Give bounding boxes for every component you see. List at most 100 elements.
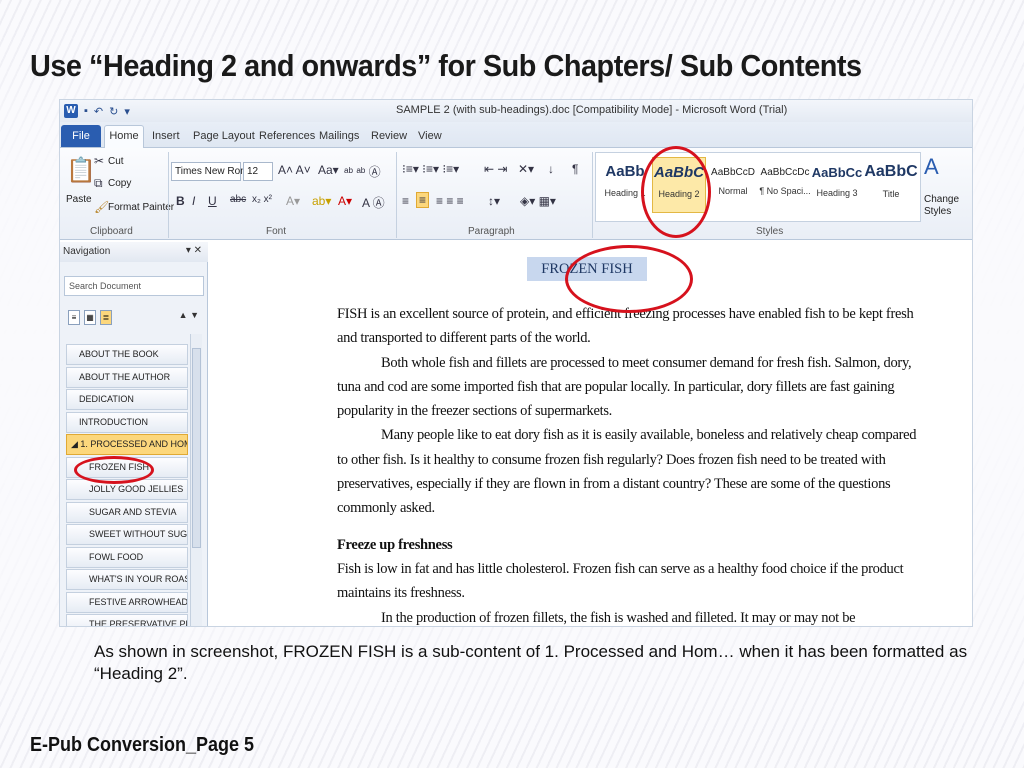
style-name: ¶ No Spaci... — [759, 186, 811, 196]
style-no-spacing[interactable]: AaBbCcDc ¶ No Spaci... — [758, 157, 812, 213]
grow-font-icon[interactable]: A˄ A˅ — [278, 163, 311, 177]
scroll-thumb[interactable] — [192, 348, 201, 548]
navigation-view-tabs: ≡ ▦ ≣ — [68, 310, 112, 325]
style-heading-3[interactable]: AaBbCc Heading 3 — [810, 157, 864, 213]
style-name: Title — [882, 189, 900, 199]
paragraph: Both whole fish and fillets are processe… — [337, 354, 912, 420]
save-icon[interactable]: ▪ — [84, 105, 88, 117]
group-divider — [592, 152, 593, 238]
nav-item[interactable]: THE PRESERVATIVE PR... — [66, 614, 188, 626]
underline-icon[interactable]: U — [208, 194, 217, 208]
bold-icon[interactable]: B — [176, 194, 185, 208]
style-name: Normal — [718, 186, 748, 196]
strikethrough-icon[interactable]: abc — [230, 194, 246, 205]
align-left-icon[interactable]: ≡ — [402, 194, 409, 208]
pages-view-icon[interactable]: ▦ — [84, 310, 96, 325]
nav-arrows-icon[interactable]: ▲ ▼ — [179, 310, 199, 320]
change-case-icon[interactable]: Aa▾ — [318, 163, 339, 177]
italic-icon[interactable]: I — [192, 194, 195, 208]
tab-file[interactable]: File — [61, 125, 101, 147]
quick-access-toolbar: W ▪ ↶ ↻ ▾ — [64, 104, 130, 118]
style-name: Heading 3 — [816, 188, 858, 198]
nav-item[interactable]: ABOUT THE BOOK — [66, 344, 188, 365]
slide-title: Use “Heading 2 and onwards” for Sub Chap… — [30, 48, 862, 83]
indent-icon[interactable]: ⇤ ⇥ — [484, 162, 507, 176]
format-painter-button[interactable]: Format Painter — [108, 202, 174, 213]
sort-icon[interactable]: ✕▾ — [518, 162, 534, 176]
style-title[interactable]: AaBbC Title — [864, 157, 918, 213]
tab-review[interactable]: Review — [371, 130, 407, 142]
nav-item[interactable]: FESTIVE ARROWHEAD — [66, 591, 188, 613]
char-shading-icon[interactable]: A Ⓐ — [362, 194, 385, 211]
word-screenshot: W ▪ ↶ ↻ ▾ SAMPLE 2 (with sub-headings).d… — [59, 99, 973, 627]
paragraph: Fish is low in fat and has little choles… — [337, 560, 904, 602]
font-size-select[interactable]: 12 — [243, 162, 273, 181]
nav-item[interactable]: INTRODUCTION — [66, 411, 188, 433]
redo-icon[interactable]: ↻ — [109, 105, 118, 118]
sort-az-icon[interactable]: ↓ — [548, 162, 554, 176]
nav-item[interactable]: DEDICATION — [66, 389, 188, 410]
word-logo-icon: W — [64, 104, 78, 118]
align-center-icon[interactable]: ≡ — [416, 192, 430, 208]
headings-view-icon[interactable]: ≡ — [68, 310, 80, 325]
font-color-icon[interactable]: A▾ — [338, 194, 352, 208]
cut-button[interactable]: Cut — [108, 156, 124, 167]
heading-3-text: Freeze up freshness — [337, 536, 453, 553]
clear-format-icon[interactable]: ᵃᵇ ᵃᵇ Ⓐ — [344, 163, 381, 180]
shading-icon[interactable]: ◈▾ ▦▾ — [520, 194, 556, 208]
close-icon[interactable]: ▾ ✕ — [186, 245, 202, 256]
slide-footer: E-Pub Conversion_Page 5 — [30, 734, 255, 756]
tab-page-layout[interactable]: Page Layout — [193, 130, 255, 142]
tab-mailings[interactable]: Mailings — [319, 130, 359, 142]
highlight-ring — [565, 245, 693, 313]
slide-caption: As shown in screenshot, FROZEN FISH is a… — [94, 642, 968, 683]
window-title: SAMPLE 2 (with sub-headings).doc [Compat… — [396, 104, 788, 116]
nav-item[interactable]: FOWL FOOD — [66, 546, 188, 568]
navigation-header: Navigation ▾ ✕ — [60, 242, 208, 262]
paste-button[interactable]: Paste — [66, 194, 92, 205]
format-painter-icon[interactable]: 🖌 — [94, 200, 109, 214]
paragraph: In the production of frozen fillets, the… — [381, 609, 856, 626]
show-marks-icon[interactable]: ¶ — [572, 162, 578, 176]
style-sample: AaBbCcD — [711, 167, 755, 178]
copy-icon[interactable]: ⧉ — [94, 176, 103, 191]
change-styles-icon[interactable]: A — [924, 154, 939, 180]
paragraph: Many people like to eat dory fish as it … — [337, 427, 917, 517]
font-name-select[interactable]: Times New Roma — [171, 162, 254, 181]
copy-button[interactable]: Copy — [108, 178, 131, 189]
customize-qat-icon[interactable]: ▾ — [124, 105, 130, 118]
title-bar: W ▪ ↶ ↻ ▾ SAMPLE 2 (with sub-headings).d… — [60, 100, 972, 122]
tab-insert[interactable]: Insert — [152, 130, 180, 142]
line-spacing-icon[interactable]: ↕▾ — [488, 194, 500, 208]
clipboard-group-label: Clipboard — [90, 226, 133, 237]
document-body[interactable]: FISH is an excellent source of protein, … — [337, 302, 917, 626]
search-input[interactable]: Search Document — [64, 276, 204, 296]
nav-scrollbar[interactable] — [190, 334, 202, 626]
nav-item-selected[interactable]: ◢ 1. PROCESSED AND HOM... — [66, 434, 188, 455]
paste-icon[interactable]: 📋 — [66, 156, 96, 185]
change-styles-button[interactable]: Change Styles — [924, 194, 960, 218]
text-effects-icon[interactable]: A▾ — [286, 194, 300, 208]
tab-home[interactable]: Home — [104, 125, 144, 149]
bullets-icon[interactable]: ⁝≡▾ ⁝≡▾ ⁝≡▾ — [402, 162, 459, 176]
group-divider — [168, 152, 169, 238]
undo-icon[interactable]: ↶ — [94, 105, 103, 118]
tab-references[interactable]: References — [259, 130, 315, 142]
styles-group-label: Styles — [756, 226, 784, 237]
nav-item[interactable]: SWEET WITHOUT SUGAR — [66, 524, 188, 545]
group-divider — [396, 152, 397, 238]
align-right-icon[interactable]: ≡ ≡ ≡ — [436, 194, 464, 208]
heading-list: ABOUT THE BOOK ABOUT THE AUTHOR DEDICATI… — [66, 344, 188, 626]
nav-item[interactable]: ABOUT THE AUTHOR — [66, 366, 188, 388]
highlight-icon[interactable]: ab▾ — [312, 194, 331, 208]
style-sample: AaBbCcDc — [760, 167, 810, 178]
tab-view[interactable]: View — [418, 130, 442, 142]
highlight-ring — [74, 456, 154, 484]
nav-item[interactable]: SUGAR AND STEVIA — [66, 501, 188, 523]
style-normal[interactable]: AaBbCcD Normal — [706, 157, 760, 213]
ribbon-tabs: File Home Insert Page Layout References … — [60, 122, 972, 149]
subscript-icon[interactable]: x₂ x² — [252, 194, 272, 205]
nav-item[interactable]: WHAT'S IN YOUR ROAS... — [66, 569, 188, 590]
results-view-icon[interactable]: ≣ — [100, 310, 112, 325]
cut-icon[interactable]: ✂ — [94, 154, 104, 168]
